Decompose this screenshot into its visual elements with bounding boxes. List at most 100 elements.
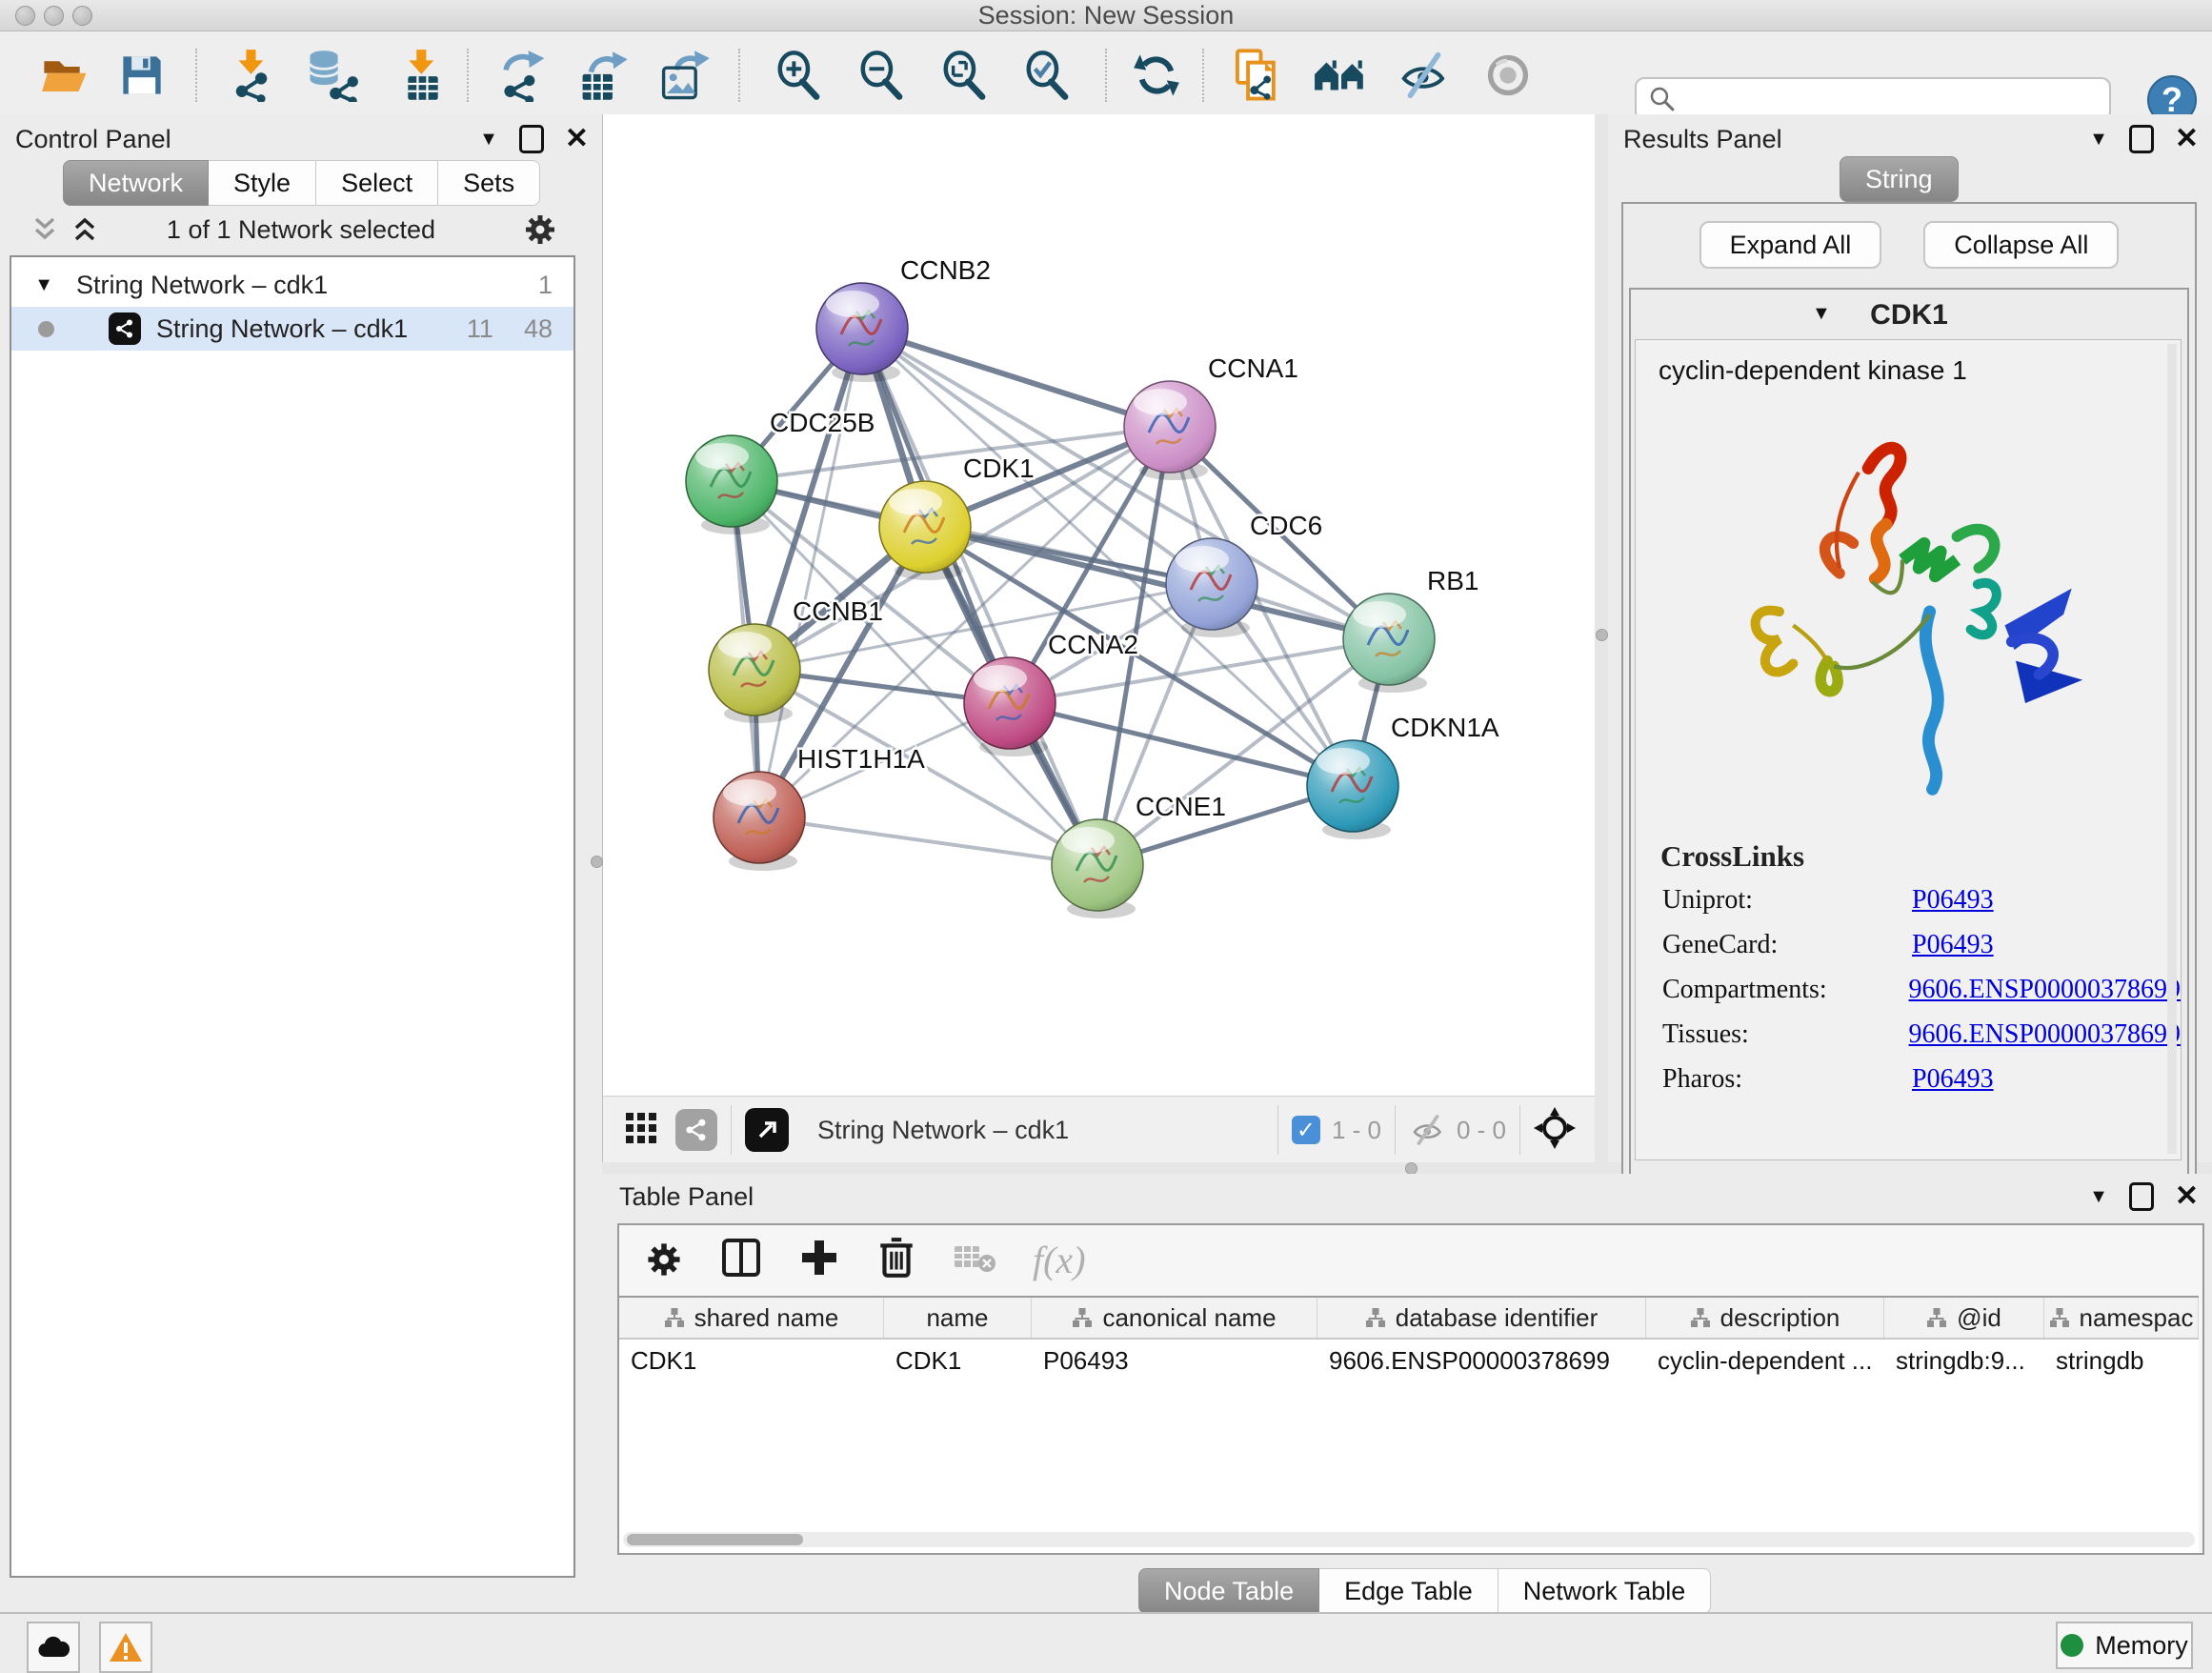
show-columns-button[interactable] — [720, 1237, 762, 1283]
tab-network-table[interactable]: Network Table — [1498, 1568, 1712, 1614]
table-panel-menu-arrow[interactable]: ▼ — [2089, 1186, 2108, 1208]
save-session-button[interactable] — [114, 49, 170, 102]
table-cell[interactable]: cyclin-dependent ... — [1646, 1340, 1884, 1381]
zoom-in-button[interactable] — [772, 49, 827, 102]
network-node-CDK1[interactable]: CDK1 — [879, 454, 1035, 580]
results-panel-close-button[interactable]: ✕ — [2175, 125, 2199, 153]
column-header-@id[interactable]: @id — [1884, 1298, 2044, 1338]
import-network-database-button[interactable] — [305, 49, 360, 102]
network-options-button[interactable] — [522, 212, 558, 248]
control-panel-close-button[interactable]: ✕ — [565, 125, 589, 153]
network-edge[interactable] — [862, 329, 1097, 865]
network-row[interactable]: String Network – cdk1 11 48 — [11, 307, 573, 351]
crosslink-value[interactable]: P06493 — [1912, 930, 1994, 960]
table-cell[interactable]: CDK1 — [619, 1340, 884, 1381]
import-table-button[interactable] — [395, 49, 451, 102]
export-network-button[interactable] — [495, 49, 551, 102]
table-row[interactable]: CDK1CDK1P064939606.ENSP00000378699cyclin… — [619, 1340, 2199, 1381]
show-all-button[interactable] — [1480, 49, 1536, 102]
crosslink-value[interactable]: 9606.ENSP00000378699 — [1909, 1019, 2181, 1050]
table-panel-close-button[interactable]: ✕ — [2175, 1182, 2199, 1211]
memory-button[interactable]: Memory — [2056, 1622, 2193, 1669]
network-canvas[interactable]: CCNB2CCNA1CDC25BCDK1CDC6RB1CCNB1CCNA2CDK… — [603, 114, 1595, 1096]
panel-splitter-handle[interactable] — [591, 856, 603, 868]
entry-detail: cyclin-dependent kinase 1 — [1635, 339, 2182, 1160]
expand-all-button[interactable]: Expand All — [1699, 221, 1882, 269]
tab-edge-table[interactable]: Edge Table — [1319, 1568, 1498, 1614]
network-node-HIST1H1A[interactable]: HIST1H1A — [714, 744, 925, 871]
open-session-button[interactable] — [38, 49, 93, 102]
network-collection-row[interactable]: ▼ String Network – cdk1 1 — [11, 263, 573, 307]
control-panel: Control Panel ▼ ✕ NetworkStyleSelectSets… — [0, 114, 603, 1612]
results-panel-menu-arrow[interactable]: ▼ — [2089, 129, 2108, 151]
tab-style[interactable]: Style — [209, 160, 316, 206]
memory-home-button[interactable] — [1313, 49, 1368, 102]
zoom-out-button[interactable] — [855, 49, 910, 102]
detach-view-button[interactable] — [745, 1108, 789, 1152]
tab-string[interactable]: String — [1840, 156, 1959, 202]
delete-column-button[interactable] — [876, 1236, 916, 1284]
results-scrollbar[interactable] — [2167, 344, 2177, 1154]
export-image-button[interactable] — [657, 49, 713, 102]
column-header-shared-name[interactable]: shared name — [619, 1298, 884, 1338]
results-panel-float-button[interactable] — [2129, 125, 2154, 153]
tab-sets[interactable]: Sets — [438, 160, 540, 206]
control-panel-float-button[interactable] — [519, 125, 544, 153]
network-selection-summary: 1 of 1 Network selected — [0, 215, 602, 245]
delete-table-button[interactable] — [953, 1240, 996, 1280]
table-cell[interactable]: 9606.ENSP00000378699 — [1317, 1340, 1646, 1381]
export-table-button[interactable] — [576, 49, 632, 102]
network-graph[interactable]: CCNB2CCNA1CDC25BCDK1CDC6RB1CCNB1CCNA2CDK… — [603, 114, 1595, 1096]
network-node-CDKN1A[interactable]: CDKN1A — [1307, 713, 1499, 839]
network-node-RB1[interactable]: RB1 — [1343, 566, 1478, 693]
network-edge[interactable] — [759, 817, 1097, 865]
control-panel-menu-arrow[interactable]: ▼ — [479, 129, 498, 151]
network-node-CCNE1[interactable]: CCNE1 — [1052, 792, 1226, 918]
hide-selected-button[interactable] — [1397, 49, 1452, 102]
network-node-CCNA1[interactable]: CCNA1 — [1124, 353, 1298, 480]
zoom-selected-button[interactable] — [1020, 49, 1076, 102]
crosslink-label: Compartments: — [1636, 975, 1909, 1005]
selected-counts: 1 - 0 — [1332, 1116, 1381, 1145]
scrollbar-thumb[interactable] — [627, 1534, 803, 1545]
vertical-splitter[interactable] — [1595, 114, 1608, 1162]
table-cell[interactable]: stringdb:9... — [1884, 1340, 2044, 1381]
tree-expand-arrow[interactable]: ▼ — [11, 274, 53, 296]
column-header-namespac[interactable]: namespac — [2044, 1298, 2199, 1338]
string-view-button[interactable] — [675, 1109, 717, 1151]
warnings-button[interactable] — [99, 1622, 152, 1673]
column-header-description[interactable]: description — [1646, 1298, 1884, 1338]
function-builder-button[interactable]: f(x) — [1033, 1238, 1086, 1282]
collapse-all-button[interactable]: Collapse All — [1923, 221, 2119, 269]
table-panel-float-button[interactable] — [2129, 1182, 2154, 1211]
table-cell[interactable]: P06493 — [1032, 1340, 1317, 1381]
network-view-toolbar: String Network – cdk1 ✓ 1 - 0 0 - 0 — [603, 1096, 1595, 1163]
tab-node-table[interactable]: Node Table — [1138, 1568, 1319, 1614]
table-cell[interactable]: stringdb — [2044, 1340, 2199, 1381]
table-horizontal-scrollbar[interactable] — [623, 1532, 2195, 1547]
tab-select[interactable]: Select — [316, 160, 438, 206]
table-cell[interactable]: CDK1 — [884, 1340, 1032, 1381]
grid-view-button[interactable] — [624, 1111, 658, 1150]
new-network-from-selection-button[interactable] — [1229, 49, 1284, 102]
birds-eye-view-button[interactable] — [1534, 1107, 1576, 1154]
table-options-button[interactable] — [644, 1240, 684, 1280]
column-header-database-identifier[interactable]: database identifier — [1317, 1298, 1646, 1338]
search-input[interactable] — [1677, 84, 2098, 115]
column-header-name[interactable]: name — [884, 1298, 1032, 1338]
crosslink-value[interactable]: P06493 — [1912, 885, 1994, 916]
crosslink-value[interactable]: P06493 — [1912, 1064, 1994, 1095]
create-column-button[interactable] — [798, 1237, 840, 1283]
network-edge[interactable] — [862, 329, 1170, 427]
cloud-button[interactable] — [27, 1622, 80, 1673]
selected-checkbox[interactable]: ✓ — [1292, 1116, 1320, 1144]
refresh-button[interactable] — [1129, 49, 1184, 102]
import-network-file-button[interactable] — [224, 49, 279, 102]
crosslink-value[interactable]: 9606.ENSP00000378699 — [1909, 975, 2181, 1005]
zoom-fit-button[interactable] — [937, 49, 993, 102]
network-node-CCNB1[interactable]: CCNB1 — [709, 596, 883, 723]
column-header-canonical-name[interactable]: canonical name — [1032, 1298, 1317, 1338]
network-node-CDC25B[interactable]: CDC25B — [686, 408, 875, 534]
open-folder-icon — [41, 52, 90, 98]
tab-network[interactable]: Network — [63, 160, 209, 206]
